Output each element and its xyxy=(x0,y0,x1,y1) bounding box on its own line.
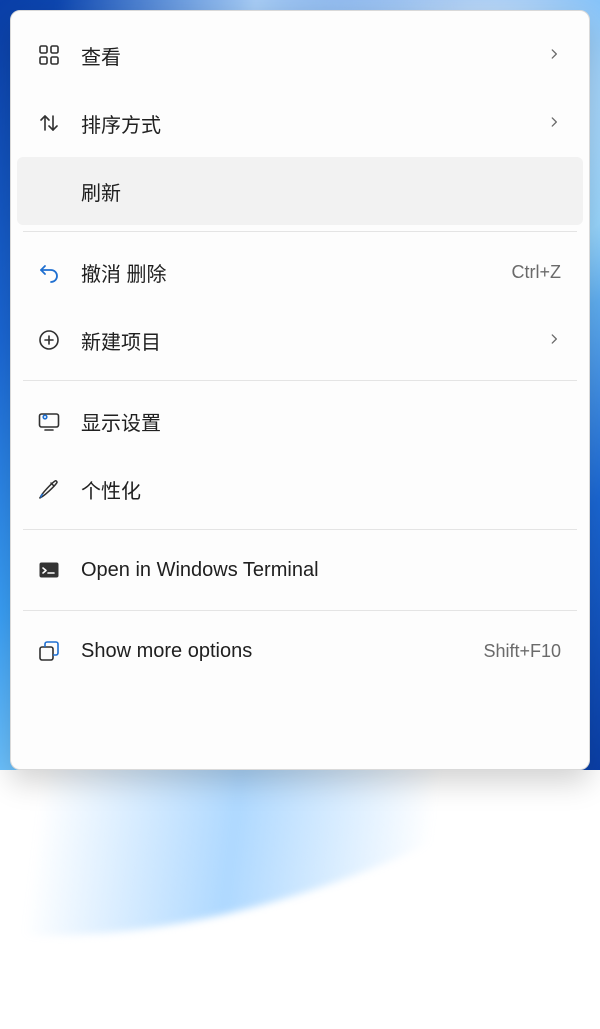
menu-item-label: 新建项目 xyxy=(81,326,537,355)
display-settings-icon xyxy=(37,409,81,433)
menu-separator xyxy=(23,610,577,611)
menu-item-display-settings[interactable]: 显示设置 xyxy=(17,387,583,455)
terminal-icon xyxy=(37,558,81,582)
menu-item-show-more-options[interactable]: Show more options Shift+F10 xyxy=(17,617,583,685)
menu-separator xyxy=(23,231,577,232)
personalize-icon xyxy=(37,477,81,501)
menu-item-label: 撤消 删除 xyxy=(81,258,512,287)
menu-item-sort[interactable]: 排序方式 xyxy=(17,89,583,157)
menu-item-view[interactable]: 查看 xyxy=(17,21,583,89)
menu-item-label: 查看 xyxy=(81,41,537,70)
menu-item-label: 个性化 xyxy=(81,475,561,504)
more-options-icon xyxy=(37,639,81,663)
menu-item-label: 显示设置 xyxy=(81,407,561,436)
menu-item-label: Open in Windows Terminal xyxy=(81,559,561,582)
menu-item-label: 排序方式 xyxy=(81,109,537,138)
menu-item-refresh[interactable]: 刷新 xyxy=(17,157,583,225)
chevron-right-icon xyxy=(547,44,561,67)
menu-separator xyxy=(23,380,577,381)
new-icon xyxy=(37,328,81,352)
menu-item-accelerator: Shift+F10 xyxy=(483,641,561,662)
chevron-right-icon xyxy=(547,112,561,135)
undo-icon xyxy=(37,260,81,284)
menu-item-accelerator: Ctrl+Z xyxy=(512,262,562,283)
desktop-context-menu: 查看 排序方式 刷新 撤消 删除 Ctrl+Z xyxy=(10,10,590,770)
grid-icon xyxy=(37,43,81,67)
menu-item-new[interactable]: 新建项目 xyxy=(17,306,583,374)
menu-item-terminal[interactable]: Open in Windows Terminal xyxy=(17,536,583,604)
chevron-right-icon xyxy=(547,329,561,352)
menu-separator xyxy=(23,529,577,530)
menu-item-label: Show more options xyxy=(81,640,483,663)
menu-item-personalize[interactable]: 个性化 xyxy=(17,455,583,523)
menu-item-label: 刷新 xyxy=(81,177,561,206)
sort-icon xyxy=(37,111,81,135)
menu-item-undo[interactable]: 撤消 删除 Ctrl+Z xyxy=(17,238,583,306)
